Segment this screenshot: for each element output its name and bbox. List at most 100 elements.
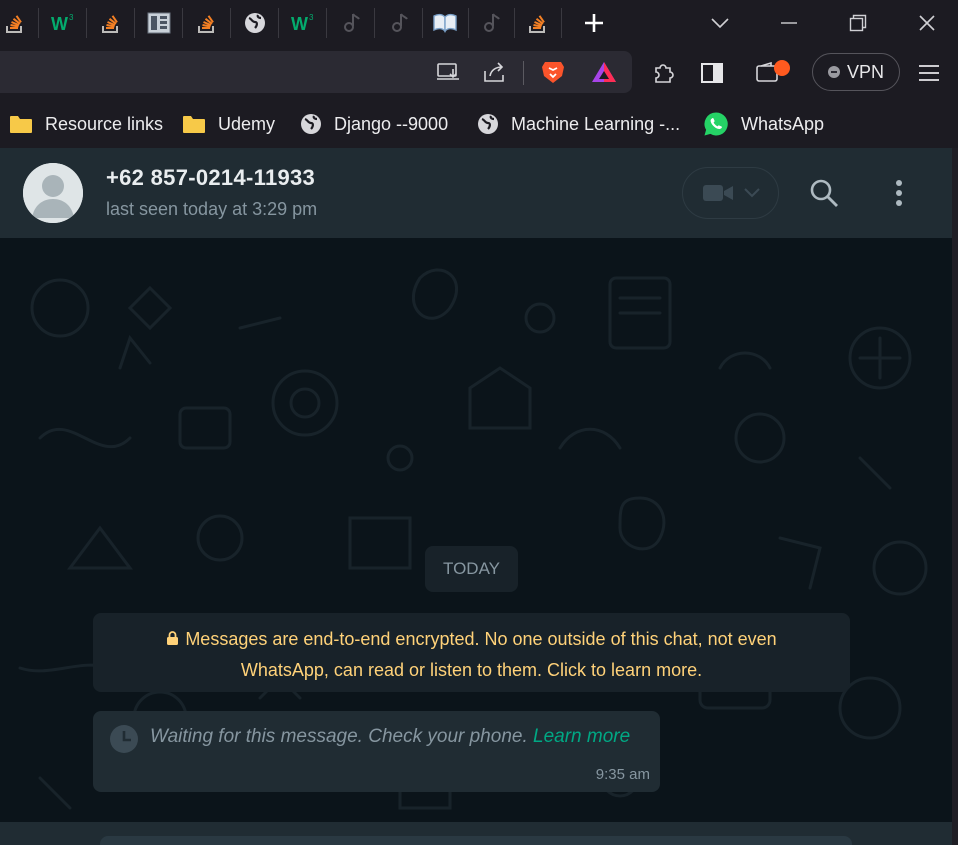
video-camera-icon [702,185,733,201]
message-composer [0,822,952,845]
search-button[interactable] [806,175,842,211]
globe-icon [245,13,265,33]
pending-message-text: Waiting for this message. Check your pho… [150,726,630,748]
chat-header[interactable]: +62 857-0214-11933 last seen today at 3:… [0,148,952,238]
folder-icon [183,116,205,133]
svg-text:3: 3 [309,13,314,22]
puzzle-icon [655,64,674,83]
encryption-notice-text: Messages are end-to-end encrypted. No on… [185,629,777,680]
music-note-icon [392,13,408,32]
share-button[interactable] [478,56,510,88]
stackoverflow-icon [529,15,545,33]
bookmark-label: Machine Learning -... [511,113,681,134]
book-icon [433,13,457,33]
chevron-down-icon [711,18,729,29]
bookmark-label: WhatsApp [741,113,825,134]
brave-rewards-button[interactable] [588,56,620,88]
address-bar[interactable] [0,51,632,93]
contact-name[interactable]: +62 857-0214-11933 [106,165,315,191]
brave-lion-icon [542,62,564,83]
close-icon [919,15,935,31]
tab-stackoverflow[interactable] [0,8,39,38]
search-icon [810,179,838,207]
bookmark-django[interactable]: Django --9000 [300,108,448,140]
message-body: Waiting for this message. Check your pho… [150,726,528,747]
brave-shields-button[interactable] [537,56,569,88]
kebab-menu-icon [896,180,902,206]
sidebar-panel-icon [147,12,171,34]
browser-toolbar: VPN [0,46,958,100]
whatsapp-icon [704,112,728,136]
install-icon [437,63,459,80]
notification-badge [774,60,790,76]
tab-book[interactable] [422,8,469,38]
vpn-status-icon [827,66,840,78]
svg-text:3: 3 [69,13,74,22]
tab-music[interactable] [468,8,515,38]
learn-more-link[interactable]: Learn more [533,726,630,747]
tab-music[interactable] [376,8,423,38]
bookmark-resource-links[interactable]: Resource links [9,108,163,140]
browser-tab-strip: W 3 W 3 [0,0,958,46]
plus-icon [585,14,603,32]
vpn-button[interactable]: VPN [812,53,900,91]
tab-stackoverflow[interactable] [184,8,231,38]
bookmarks-bar: Resource links Udemy Django --9000 Machi… [0,100,958,148]
share-icon [484,62,504,82]
music-note-icon [344,13,360,32]
main-menu-button[interactable] [913,57,945,89]
globe-icon [301,114,321,134]
tab-w3schools[interactable]: W 3 [40,8,87,38]
install-app-button[interactable] [432,56,464,88]
vpn-label: VPN [846,61,884,82]
bookmark-label: Django --9000 [334,113,449,134]
avatar[interactable] [23,163,83,223]
rewards-triangle-icon [592,62,616,82]
svg-text:W: W [51,14,68,34]
toolbar-divider [523,61,524,85]
tab-music[interactable] [328,8,375,38]
incoming-message-bubble[interactable]: Waiting for this message. Check your pho… [93,711,660,792]
folder-icon [10,116,32,133]
minimize-icon [781,22,797,24]
bookmark-label: Udemy [218,113,276,134]
restore-button[interactable] [838,6,878,40]
stackoverflow-icon [6,15,22,33]
bookmark-whatsapp[interactable]: WhatsApp [703,108,824,140]
clock-icon [110,725,138,753]
svg-text:W: W [291,14,308,34]
chevron-down-icon [743,188,760,198]
chat-menu-button[interactable] [881,175,917,211]
tab-stackoverflow[interactable] [515,8,562,38]
bookmark-machine-learning[interactable]: Machine Learning -... [477,108,680,140]
tab-globe[interactable] [232,8,279,38]
w3schools-icon: W 3 [291,13,314,34]
last-seen-status: last seen today at 3:29 pm [106,199,318,219]
tab-stackoverflow[interactable] [88,8,135,38]
default-avatar-icon [23,163,83,223]
music-note-icon [484,13,500,32]
w3schools-icon: W 3 [51,13,74,34]
lock-icon [167,631,179,645]
bookmark-label: Resource links [45,113,164,134]
stackoverflow-icon [102,15,118,33]
sidebar-icon [701,63,723,83]
video-call-button[interactable] [682,167,779,219]
minimize-button[interactable] [769,6,809,40]
restore-window-icon [849,14,867,32]
globe-icon [478,114,498,134]
message-input[interactable] [100,836,852,845]
tab-list-button[interactable] [700,6,740,40]
bookmark-udemy[interactable]: Udemy [182,108,275,140]
encryption-notice[interactable]: Messages are end-to-end encrypted. No on… [93,613,850,692]
sidebar-toggle-button[interactable] [696,57,728,89]
new-tab-button[interactable] [578,8,610,38]
stackoverflow-icon [198,15,214,33]
window-edge [952,148,958,845]
extensions-button[interactable] [648,57,680,89]
date-divider-chip: TODAY [425,546,518,592]
tab-panel[interactable] [136,8,183,38]
conversation-panel[interactable]: TODAY Messages are end-to-end encrypted.… [0,238,952,822]
close-window-button[interactable] [907,6,947,40]
tab-w3schools[interactable]: W 3 [280,8,327,38]
